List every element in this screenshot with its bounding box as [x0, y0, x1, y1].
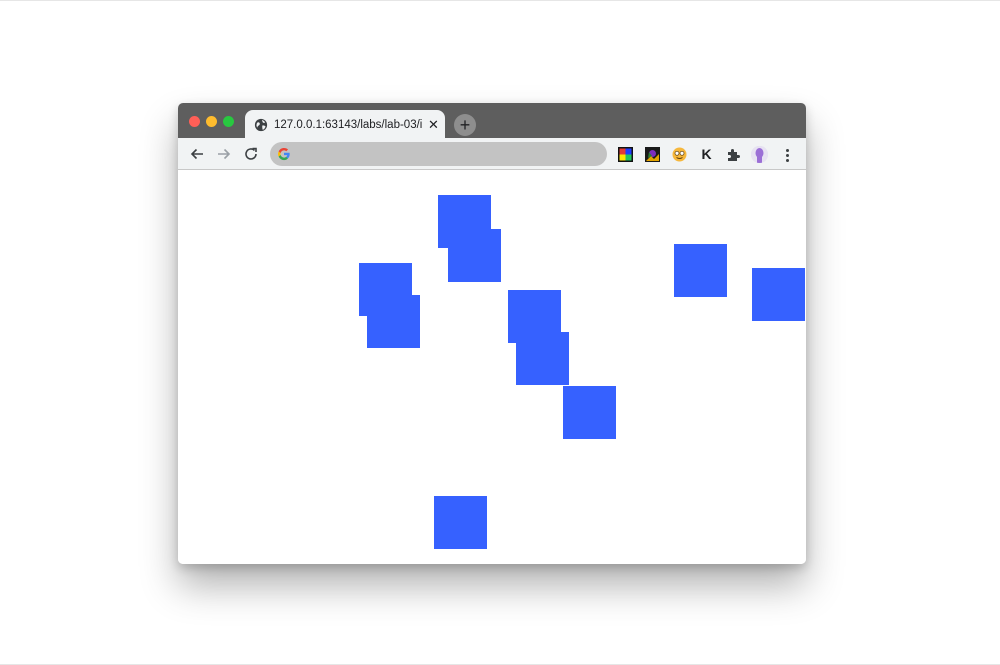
zoom-window-button[interactable]: [223, 116, 234, 127]
k-extension-icon[interactable]: K: [699, 147, 714, 162]
profile-person-icon: [751, 146, 768, 163]
browser-tab[interactable]: 127.0.0.1:63143/labs/lab-03/in ✕: [245, 110, 445, 139]
reload-button[interactable]: [242, 145, 260, 163]
blue-square: [516, 332, 569, 385]
new-tab-button[interactable]: +: [454, 114, 476, 136]
blue-square: [563, 386, 616, 439]
back-arrow-icon: [190, 148, 203, 160]
title-bar: 127.0.0.1:63143/labs/lab-03/in ✕ +: [178, 103, 806, 139]
tab-title: 127.0.0.1:63143/labs/lab-03/in: [274, 118, 422, 131]
back-button[interactable]: [188, 145, 206, 163]
browser-toolbar: K: [178, 138, 806, 170]
color-grid-extension-icon[interactable]: [618, 147, 633, 162]
blue-square: [367, 295, 420, 348]
blue-square: [752, 268, 805, 321]
minimize-window-button[interactable]: [206, 116, 217, 127]
blue-square: [674, 244, 727, 297]
forward-button[interactable]: [215, 145, 233, 163]
page-content: [178, 170, 806, 564]
puzzle-extensions-icon[interactable]: [726, 147, 741, 162]
blue-square: [434, 496, 487, 549]
page-top-rule: [0, 0, 1000, 1]
emoji-face-extension-icon[interactable]: [672, 147, 687, 162]
address-bar[interactable]: [270, 142, 607, 166]
browser-window: 127.0.0.1:63143/labs/lab-03/in ✕ + K: [178, 103, 806, 564]
tab-close-icon[interactable]: ✕: [428, 118, 439, 131]
globe-icon: [254, 118, 268, 131]
google-g-icon: [278, 148, 290, 161]
forward-arrow-icon: [218, 148, 231, 160]
vertical-dots-menu-icon[interactable]: [781, 146, 793, 164]
reload-icon: [245, 147, 257, 160]
profile-avatar[interactable]: [751, 146, 768, 163]
blue-square: [448, 229, 501, 282]
close-window-button[interactable]: [189, 116, 200, 127]
dark-image-extension-icon[interactable]: [645, 147, 660, 162]
